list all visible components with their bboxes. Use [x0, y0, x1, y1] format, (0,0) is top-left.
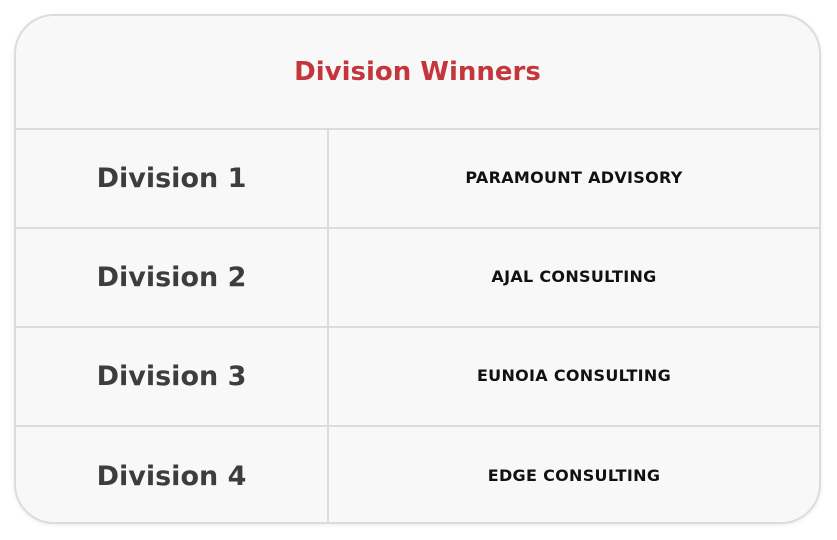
table-row: Division 2 AJAL CONSULTING [16, 229, 819, 328]
winner-name: PARAMOUNT ADVISORY [465, 168, 683, 187]
table-row: Division 4 EDGE CONSULTING [16, 427, 819, 522]
division-label: Division 1 [16, 130, 329, 227]
division-label: Division 3 [16, 328, 329, 425]
card-title: Division Winners [294, 57, 541, 87]
winner-name: AJAL CONSULTING [491, 267, 657, 286]
table-row: Division 3 EUNOIA CONSULTING [16, 328, 819, 427]
winner-name: EDGE CONSULTING [487, 466, 661, 485]
winners-table: Division 1 PARAMOUNT ADVISORY Division 2… [16, 128, 819, 522]
winner-name: EUNOIA CONSULTING [476, 366, 672, 385]
division-label: Division 2 [16, 229, 329, 326]
table-row: Division 1 PARAMOUNT ADVISORY [16, 130, 819, 229]
division-winners-card: Division Winners Division 1 PARAMOUNT AD… [14, 14, 821, 524]
title-row: Division Winners [16, 16, 819, 128]
division-label: Division 4 [16, 427, 329, 522]
